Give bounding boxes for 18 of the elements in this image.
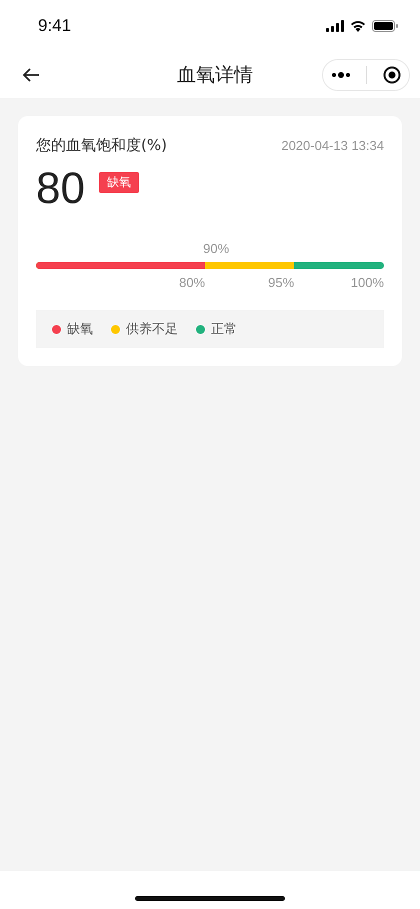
status-time: 9:41 [38, 16, 72, 36]
timestamp: 2020-04-13 13:34 [281, 138, 384, 153]
legend-label: 供养不足 [126, 321, 178, 338]
threshold-label: 80% [179, 275, 206, 290]
status-badge: 缺氧 [98, 172, 139, 192]
legend-label: 缺氧 [67, 321, 93, 338]
card-heading: 您的血氧饱和度(%) [36, 136, 167, 155]
back-arrow-icon[interactable] [22, 68, 40, 82]
page-title: 血氧详情 [176, 63, 254, 88]
legend-label: 正常 [211, 321, 237, 338]
threshold-label: 95% [268, 275, 294, 290]
threshold-label: 90% [203, 241, 230, 256]
more-icon[interactable] [330, 72, 351, 78]
signal-icon [326, 20, 344, 32]
threshold-label: 100% [350, 275, 384, 290]
battery-icon [372, 20, 398, 32]
oxygen-value: 80 [36, 167, 85, 211]
wifi-icon [350, 20, 366, 32]
